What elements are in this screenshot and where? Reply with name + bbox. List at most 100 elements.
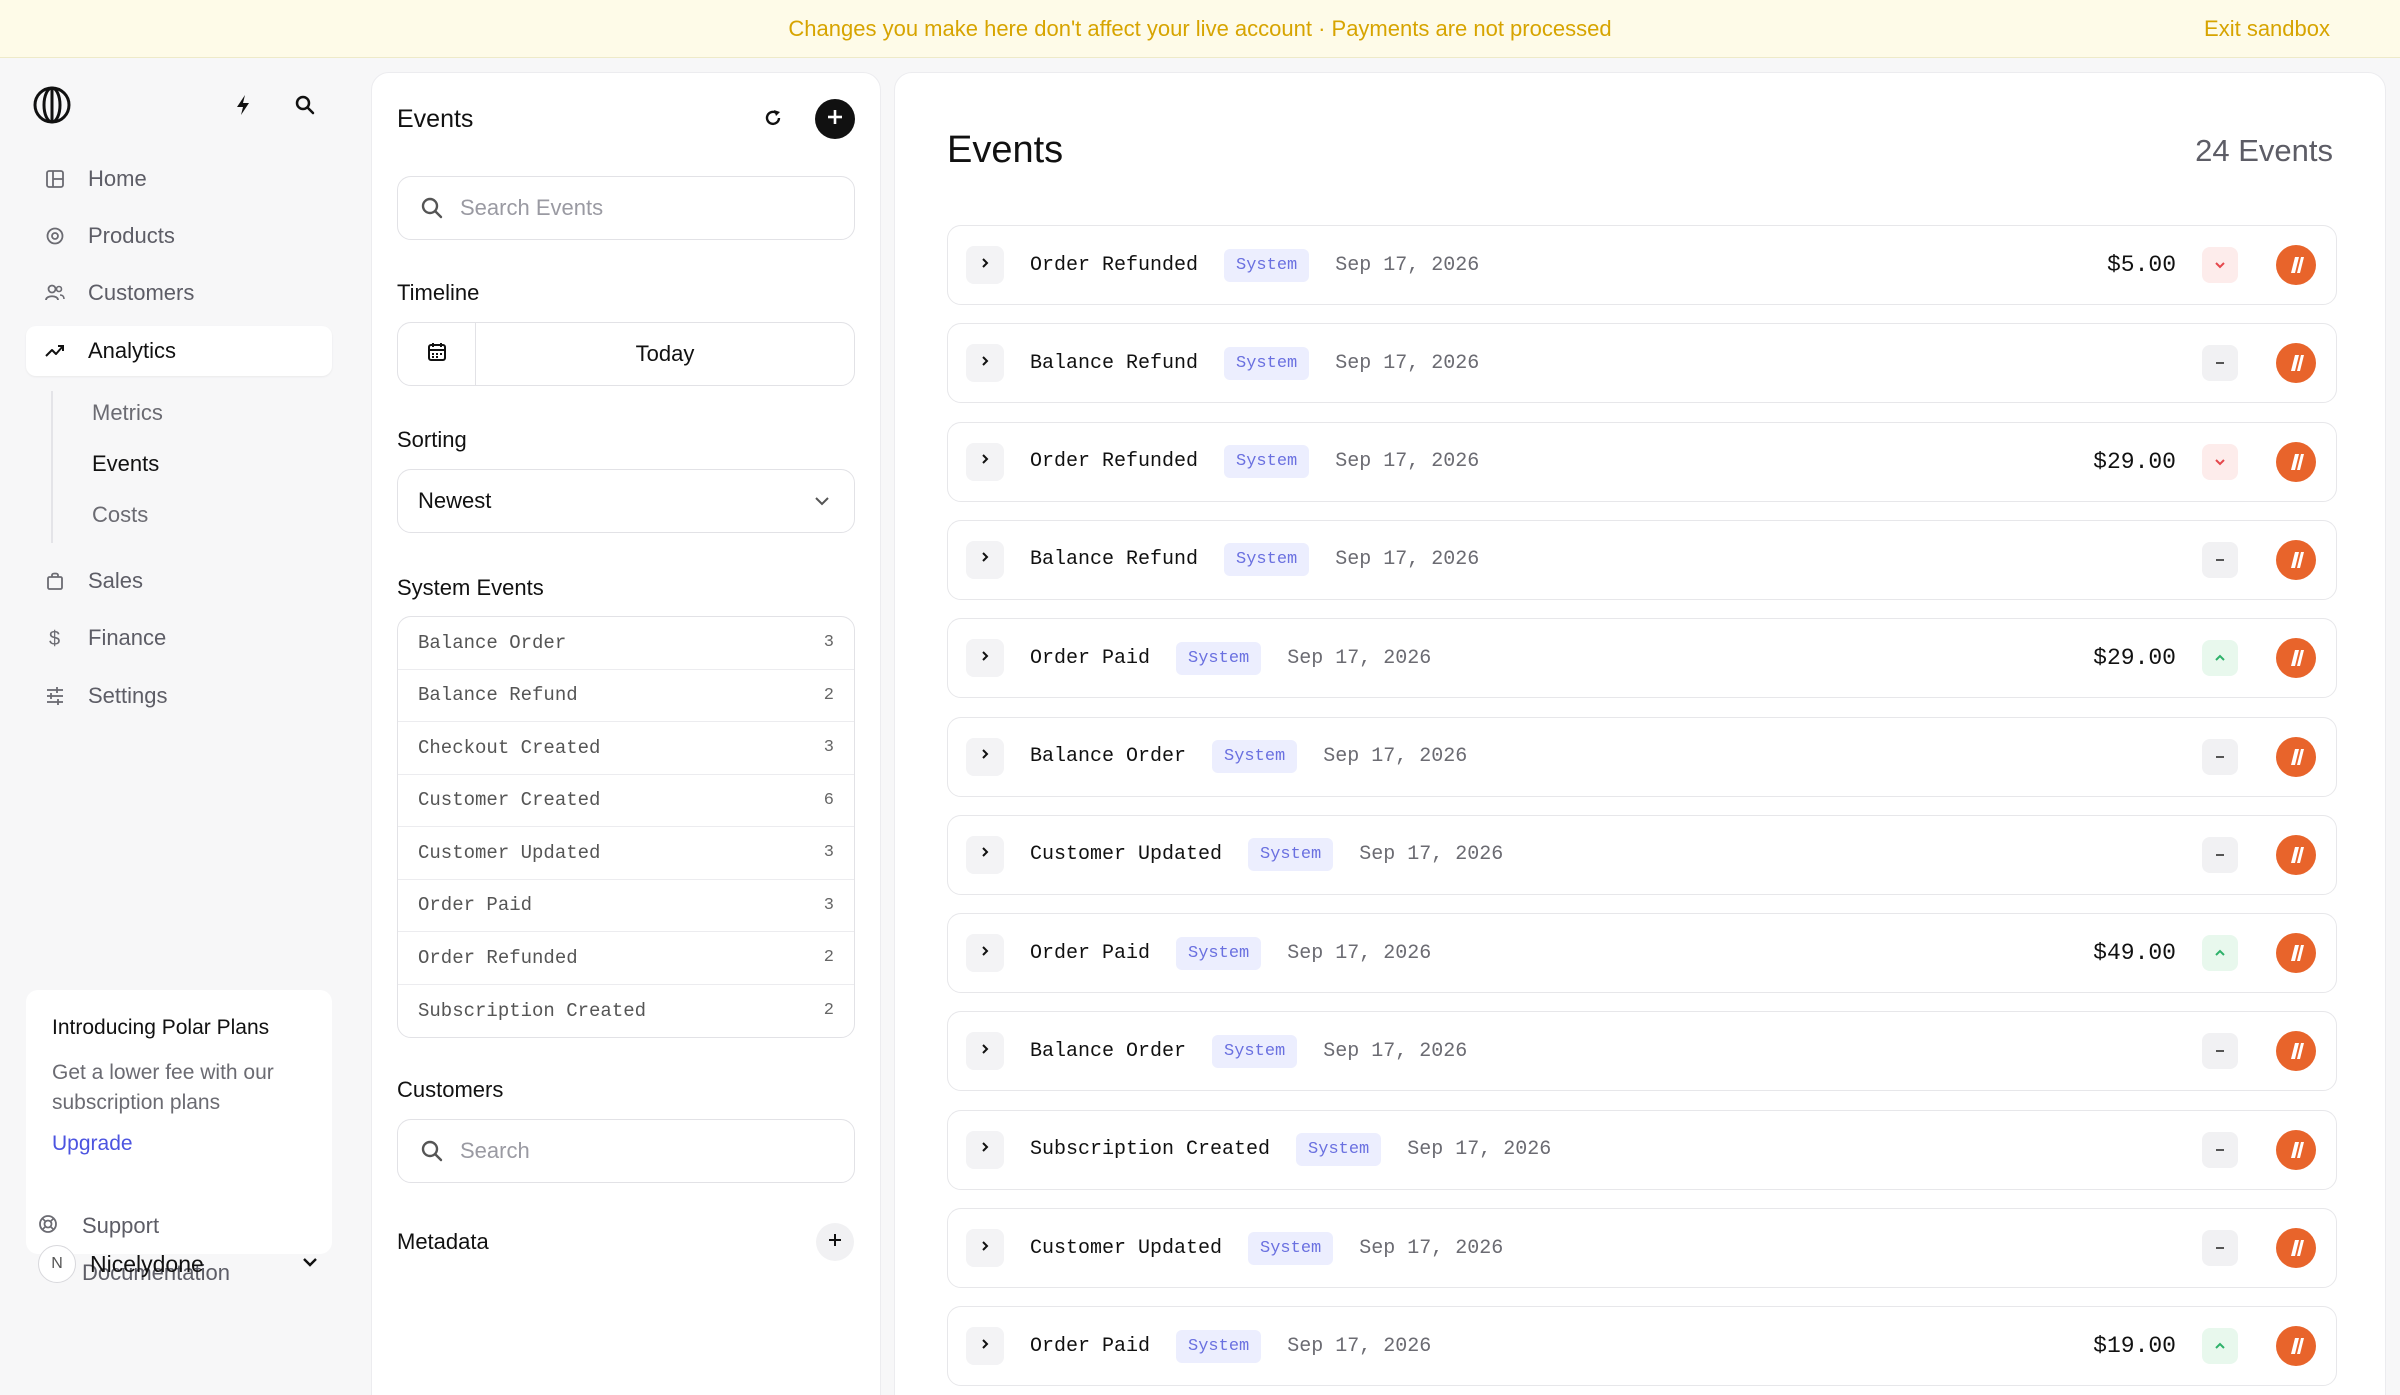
list-item[interactable]: Customer Created 6	[398, 775, 854, 827]
expand-button[interactable]	[966, 1327, 1004, 1366]
chevron-down-icon	[300, 1252, 320, 1277]
chevron-up-icon	[2202, 1328, 2238, 1365]
calendar-icon	[426, 341, 448, 368]
expand-button[interactable]	[966, 835, 1004, 874]
event-badge: System	[1224, 445, 1310, 479]
event-row[interactable]: Customer Updated System Sep 17, 2026	[947, 1208, 2337, 1288]
customer-avatar[interactable]	[2276, 245, 2316, 285]
bolt-icon[interactable]	[228, 90, 258, 120]
event-row[interactable]: Order Paid System Sep 17, 2026 $19.00	[947, 1306, 2337, 1387]
subnav-item-events[interactable]: Events	[92, 451, 159, 477]
subnav-item-costs[interactable]: Costs	[92, 502, 148, 528]
event-row[interactable]: Subscription Created System Sep 17, 2026	[947, 1109, 2337, 1190]
customers-label: Customers	[397, 1077, 504, 1102]
chevron-right-icon	[978, 452, 992, 471]
customer-avatar[interactable]	[2276, 539, 2316, 580]
chevron-right-icon	[978, 1140, 992, 1159]
customer-avatar[interactable]	[2276, 1228, 2316, 1268]
customer-avatar[interactable]	[2276, 1326, 2316, 1367]
event-row[interactable]: Order Paid System Sep 17, 2026 $49.00	[947, 913, 2337, 994]
customer-avatar[interactable]	[2276, 441, 2316, 482]
event-date: Sep 17, 2026	[1287, 1334, 1432, 1358]
list-item[interactable]: Balance Refund 2	[398, 670, 854, 722]
chevron-right-icon	[978, 649, 992, 668]
event-row[interactable]: Balance Refund System Sep 17, 2026	[947, 519, 2337, 600]
customer-avatar[interactable]	[2276, 1129, 2316, 1170]
expand-button[interactable]	[966, 246, 1004, 284]
event-date: Sep 17, 2026	[1335, 450, 1480, 474]
system-event-name: Order Paid	[418, 894, 533, 917]
sidebar-item-label: Analytics	[88, 338, 177, 363]
users-icon	[40, 283, 70, 303]
event-row[interactable]: Order Paid System Sep 17, 2026 $29.00	[947, 618, 2337, 699]
event-row[interactable]: Balance Order System Sep 17, 2026	[947, 1011, 2337, 1092]
event-badge: System	[1212, 740, 1298, 773]
expand-button[interactable]	[966, 639, 1004, 678]
sorting-select[interactable]: Newest	[397, 469, 855, 533]
sidebar-item-home[interactable]: Home	[26, 154, 332, 204]
list-item[interactable]: Balance Order 3	[398, 617, 854, 670]
expand-button[interactable]	[966, 1229, 1004, 1267]
refresh-button[interactable]	[756, 103, 790, 137]
event-row[interactable]: Order Refunded System Sep 17, 2026 $29.00	[947, 421, 2337, 502]
customers-search-input[interactable]	[460, 1120, 854, 1182]
search-icon[interactable]	[290, 90, 320, 120]
event-badge: System	[1248, 838, 1334, 872]
event-name: Balance Refund	[1030, 351, 1199, 375]
avatar: N	[38, 1245, 76, 1283]
chevron-down-icon	[2202, 443, 2238, 480]
event-name: Balance Order	[1030, 745, 1187, 768]
add-event-button[interactable]	[815, 99, 855, 139]
sidebar-item-label: Products	[88, 223, 175, 248]
sandbox-banner: Changes you make here don't affect your …	[0, 0, 2400, 58]
customer-avatar[interactable]	[2276, 638, 2316, 679]
sidebar-item-finance[interactable]: $ Finance	[26, 613, 332, 663]
list-item[interactable]: Order Refunded 2	[398, 932, 854, 985]
customer-avatar[interactable]	[2276, 933, 2316, 974]
account-switcher[interactable]: N Nicelydone	[38, 1242, 320, 1286]
list-item[interactable]: Customer Updated 3	[398, 827, 854, 880]
expand-button[interactable]	[966, 1130, 1004, 1169]
minus-icon	[2202, 836, 2238, 873]
sidebar-item-settings[interactable]: Settings	[26, 671, 332, 721]
trending-up-icon	[40, 341, 70, 361]
expand-button[interactable]	[966, 442, 1004, 481]
chevron-up-icon	[2202, 935, 2238, 972]
sidebar-item-analytics[interactable]: Analytics	[26, 326, 332, 376]
timeline-select[interactable]: Today	[476, 341, 854, 367]
expand-button[interactable]	[966, 737, 1004, 776]
sidebar-item-products[interactable]: Products	[26, 211, 332, 261]
list-item[interactable]: Checkout Created 3	[398, 722, 854, 775]
event-amount: $29.00	[2093, 448, 2176, 475]
customer-avatar[interactable]	[2276, 736, 2316, 777]
customer-avatar[interactable]	[2276, 834, 2316, 875]
sidebar-item-sales[interactable]: Sales	[26, 556, 332, 606]
system-event-count: 3	[823, 738, 834, 758]
event-name: Order Paid	[1030, 1334, 1151, 1358]
event-row[interactable]: Balance Refund System Sep 17, 2026	[947, 323, 2337, 404]
exit-sandbox-link[interactable]: Exit sandbox	[2204, 0, 2330, 58]
chevron-right-icon	[978, 256, 992, 275]
minus-icon	[2202, 345, 2238, 382]
event-row[interactable]: Balance Order System Sep 17, 2026	[947, 716, 2337, 797]
subnav-item-metrics[interactable]: Metrics	[92, 400, 163, 426]
customer-avatar[interactable]	[2276, 343, 2316, 384]
expand-button[interactable]	[966, 540, 1004, 579]
expand-button[interactable]	[966, 934, 1004, 973]
expand-button[interactable]	[966, 344, 1004, 383]
customer-avatar[interactable]	[2276, 1031, 2316, 1072]
list-item[interactable]: Order Paid 3	[398, 880, 854, 932]
timeline-label: Timeline	[397, 280, 480, 305]
support-link[interactable]: Support	[38, 1209, 159, 1243]
sidebar-item-customers[interactable]: Customers	[26, 268, 332, 318]
event-row[interactable]: Order Refunded System Sep 17, 2026 $5.00	[947, 225, 2337, 305]
event-row[interactable]: Customer Updated System Sep 17, 2026	[947, 814, 2337, 895]
calendar-button[interactable]	[398, 323, 476, 385]
expand-button[interactable]	[966, 1032, 1004, 1071]
add-metadata-button[interactable]	[816, 1223, 854, 1261]
upgrade-link[interactable]: Upgrade	[52, 1132, 133, 1156]
polar-logo-icon[interactable]	[32, 85, 72, 125]
search-events-input[interactable]	[460, 177, 854, 239]
event-date: Sep 17, 2026	[1359, 1236, 1504, 1260]
list-item[interactable]: Subscription Created 2	[398, 985, 854, 1038]
